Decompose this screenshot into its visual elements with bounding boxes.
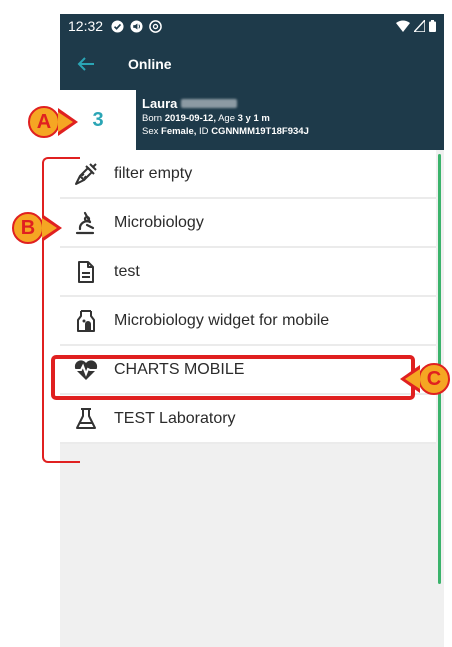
patient-name: Laura xyxy=(142,96,178,111)
callout-a-arrow-inner xyxy=(58,112,73,132)
signal-icon xyxy=(414,20,425,32)
born-label: Born xyxy=(142,113,163,124)
born-value: 2019-09-12, xyxy=(164,113,216,124)
id-value: CGNNMM19T18F934J xyxy=(211,126,309,137)
list-item-microbiology[interactable]: Microbiology xyxy=(60,199,436,248)
sex-value: Female, xyxy=(161,126,197,137)
status-time: 12:32 xyxy=(68,18,104,34)
age-label: Age xyxy=(218,113,235,124)
at-sign-icon xyxy=(149,19,162,33)
patient-id-line: Sex Female, ID CGNNMM19T18F934J xyxy=(142,126,309,137)
redacted-surname xyxy=(181,99,238,108)
age-value: 3 y 1 m xyxy=(237,113,270,124)
list-item-label: TEST Laboratory xyxy=(114,409,236,427)
patient-info: Laura Born 2019-09-12, Age 3 y 1 m Sex F… xyxy=(142,96,309,137)
patient-name-row: Laura xyxy=(142,96,309,111)
list-item-test[interactable]: test xyxy=(60,248,436,297)
list-item-test-laboratory[interactable]: TEST Laboratory xyxy=(60,395,436,444)
list-item-label: test xyxy=(114,262,140,280)
callout-c: C xyxy=(418,363,450,395)
patient-header[interactable]: 3 Laura Born 2019-09-12, Age 3 y 1 m Sex… xyxy=(60,90,444,150)
annotation-highlight-c xyxy=(51,355,415,400)
callout-b-letter: B xyxy=(20,216,36,239)
callout-b-arrow-inner xyxy=(42,218,57,238)
list-item-label: Microbiology xyxy=(114,213,204,231)
back-button[interactable] xyxy=(60,38,112,90)
callout-b: B xyxy=(12,212,44,244)
annotation-bracket-b xyxy=(42,157,80,463)
phone-screen: 12:32 Online 3 Laura Born 2019-09-12, Ag… xyxy=(60,14,444,647)
list-item-filter-empty[interactable]: filter empty xyxy=(60,150,436,199)
callout-a-letter: A xyxy=(36,110,52,133)
app-title: Online xyxy=(128,56,172,72)
id-label: ID xyxy=(199,126,209,137)
battery-icon xyxy=(429,20,436,32)
list-item-label: filter empty xyxy=(114,164,193,182)
volume-icon xyxy=(130,19,143,33)
wifi-icon xyxy=(396,20,410,32)
arrow-left-icon xyxy=(77,57,94,71)
sex-label: Sex xyxy=(142,126,159,137)
check-circle-icon xyxy=(111,19,124,33)
app-bar: Online xyxy=(60,38,444,90)
callout-c-letter: C xyxy=(426,367,442,390)
bed-number: 3 xyxy=(92,108,104,131)
list-item-label: Microbiology widget for mobile xyxy=(114,311,330,329)
callout-c-arrow-inner xyxy=(405,369,420,389)
callout-a: A xyxy=(28,106,60,138)
patient-birth-line: Born 2019-09-12, Age 3 y 1 m xyxy=(142,113,309,124)
status-bar: 12:32 xyxy=(60,14,444,38)
list-item-microbiology-widget[interactable]: Microbiology widget for mobile xyxy=(60,297,436,346)
